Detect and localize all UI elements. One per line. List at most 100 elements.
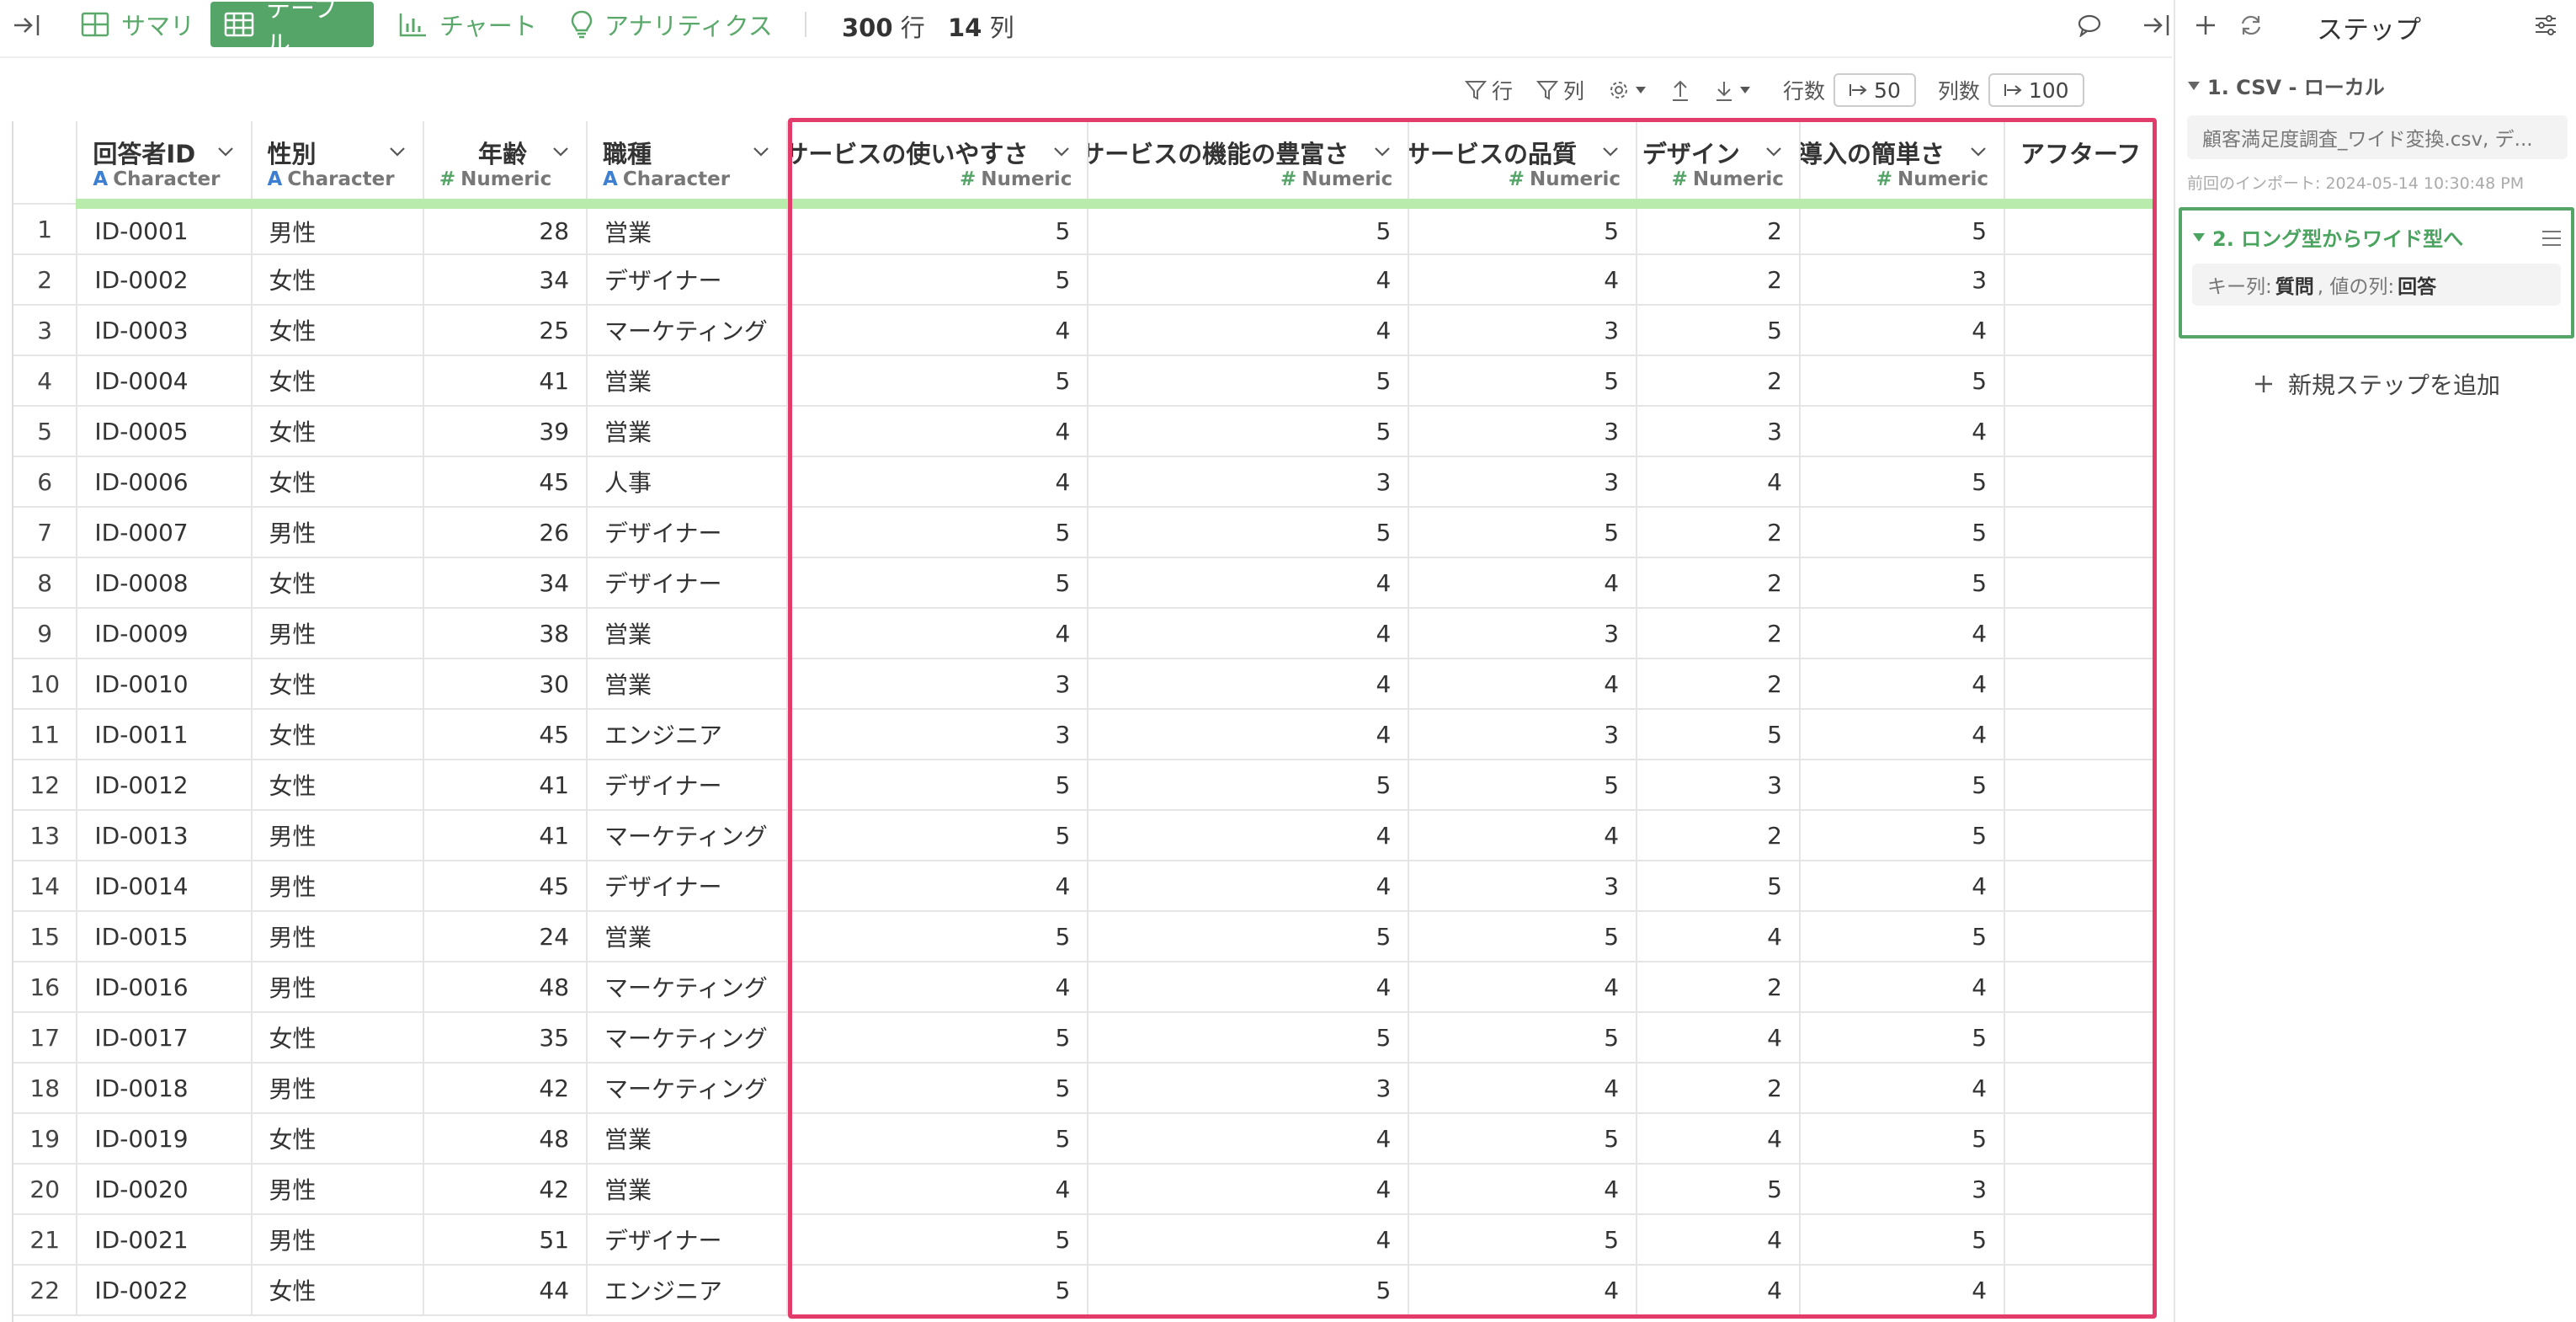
table-cell[interactable]: 2 <box>1637 557 1801 609</box>
column-header-after-support[interactable]: アフターフ <box>2004 121 2155 209</box>
table-cell[interactable]: 2 <box>1637 962 1801 1013</box>
table-cell[interactable]: 営業 <box>587 406 788 457</box>
table-cell[interactable]: 41 <box>423 355 588 407</box>
table-cell[interactable]: 45 <box>423 861 588 912</box>
caret-down-icon[interactable] <box>2187 81 2201 91</box>
table-cell[interactable]: 3 <box>1799 254 2006 306</box>
table-cell[interactable]: マーケティング <box>587 810 788 861</box>
table-cell[interactable]: 3 <box>1408 406 1638 457</box>
table-cell[interactable] <box>2004 810 2155 861</box>
table-cell[interactable]: 4 <box>1799 305 2006 356</box>
table-cell[interactable]: 4 <box>1637 1113 1801 1165</box>
table-cell[interactable]: 4 <box>1088 709 1410 760</box>
table-cell[interactable]: 5 <box>787 1012 1089 1063</box>
table-cell[interactable]: 5 <box>787 557 1089 609</box>
table-cell[interactable]: 4 <box>1088 861 1410 912</box>
table-cell[interactable]: 男性 <box>251 911 424 962</box>
table-cell[interactable]: 女性 <box>251 1113 424 1165</box>
table-cell[interactable]: 5 <box>1088 1012 1410 1063</box>
table-cell[interactable]: 男性 <box>251 204 424 255</box>
table-cell[interactable]: ID-0003 <box>77 305 253 356</box>
table-cell[interactable]: デザイナー <box>587 861 788 912</box>
table-cell[interactable]: 5 <box>1088 911 1410 962</box>
table-cell[interactable]: 5 <box>1799 810 2006 861</box>
chevron-down-icon[interactable] <box>1051 141 1072 162</box>
table-cell[interactable]: ID-0013 <box>77 810 253 861</box>
column-header-respondent-id[interactable]: 回答者ID A Character <box>77 121 253 209</box>
table-cell[interactable]: 4 <box>1637 1214 1801 1266</box>
table-cell[interactable]: 5 <box>1799 1012 2006 1063</box>
table-cell[interactable]: 5 <box>787 507 1089 558</box>
table-cell[interactable]: 5 <box>1799 1113 2006 1165</box>
column-header-usability[interactable]: サービスの使いやすさ # Numeric <box>787 121 1089 209</box>
table-cell[interactable]: 4 <box>1088 557 1410 609</box>
table-cell[interactable]: 38 <box>423 608 588 659</box>
settings-dropdown-button[interactable] <box>1608 79 1647 101</box>
table-cell[interactable]: 5 <box>787 355 1089 407</box>
table-cell[interactable]: マーケティング <box>587 1063 788 1114</box>
table-cell[interactable]: 5 <box>1088 204 1410 255</box>
column-header-feature-richness[interactable]: サービスの機能の豊富さ # Numeric <box>1088 121 1410 209</box>
table-cell[interactable]: 4 <box>1088 608 1410 659</box>
table-cell[interactable]: 営業 <box>587 204 788 255</box>
table-cell[interactable]: 4 <box>1088 305 1410 356</box>
table-cell[interactable]: 3 <box>1637 760 1801 811</box>
column-header-age[interactable]: 年齢 # Numeric <box>423 121 588 209</box>
table-cell[interactable]: 5 <box>1408 911 1638 962</box>
column-header-ease-of-adoption[interactable]: 導入の簡単さ # Numeric <box>1799 121 2006 209</box>
table-cell[interactable] <box>2004 709 2155 760</box>
table-cell[interactable] <box>2004 355 2155 407</box>
table-cell[interactable]: 5 <box>1088 507 1410 558</box>
table-cell[interactable]: 2 <box>1637 810 1801 861</box>
table-cell[interactable] <box>2004 962 2155 1013</box>
tab-table[interactable]: テーブル <box>210 0 374 58</box>
table-cell[interactable]: 5 <box>787 810 1089 861</box>
table-cell[interactable] <box>2004 254 2155 306</box>
table-cell[interactable]: 39 <box>423 406 588 457</box>
table-cell[interactable]: 3 <box>1408 305 1638 356</box>
table-cell[interactable]: ID-0001 <box>77 204 253 255</box>
table-cell[interactable]: 5 <box>787 254 1089 306</box>
table-cell[interactable]: 女性 <box>251 456 424 508</box>
table-cell[interactable]: 5 <box>787 1214 1089 1266</box>
table-cell[interactable]: 3 <box>787 658 1089 710</box>
table-cell[interactable]: 男性 <box>251 608 424 659</box>
table-cell[interactable]: 3 <box>1408 608 1638 659</box>
tab-chart[interactable]: チャート <box>386 2 551 47</box>
column-header-gender[interactable]: 性別 A Character <box>251 121 424 209</box>
table-cell[interactable]: ID-0014 <box>77 861 253 912</box>
table-cell[interactable]: 男性 <box>251 962 424 1013</box>
chevron-down-icon[interactable] <box>551 141 571 162</box>
table-cell[interactable]: 5 <box>1408 1214 1638 1266</box>
table-cell[interactable]: デザイナー <box>587 254 788 306</box>
table-cell[interactable]: 4 <box>1408 1063 1638 1114</box>
table-cell[interactable]: 女性 <box>251 355 424 407</box>
column-filter-button[interactable]: 列 <box>1536 75 1584 105</box>
table-cell[interactable]: 41 <box>423 760 588 811</box>
table-cell[interactable]: 42 <box>423 1063 588 1114</box>
table-cell[interactable]: 45 <box>423 456 588 508</box>
table-cell[interactable]: 5 <box>1088 1265 1410 1316</box>
table-cell[interactable]: 30 <box>423 658 588 710</box>
table-cell[interactable] <box>2004 507 2155 558</box>
table-cell[interactable]: 女性 <box>251 709 424 760</box>
table-cell[interactable]: 4 <box>1088 810 1410 861</box>
table-cell[interactable]: 5 <box>1408 1113 1638 1165</box>
table-cell[interactable]: デザイナー <box>587 507 788 558</box>
table-cell[interactable]: 5 <box>1637 1164 1801 1215</box>
table-cell[interactable]: ID-0018 <box>77 1063 253 1114</box>
caret-down-icon[interactable] <box>2192 232 2206 243</box>
table-cell[interactable]: 5 <box>1088 760 1410 811</box>
table-cell[interactable]: 女性 <box>251 1265 424 1316</box>
table-cell[interactable]: 48 <box>423 1113 588 1165</box>
table-cell[interactable]: 25 <box>423 305 588 356</box>
table-cell[interactable]: デザイナー <box>587 1214 788 1266</box>
table-cell[interactable]: 4 <box>1408 557 1638 609</box>
table-cell[interactable] <box>2004 1012 2155 1063</box>
table-cell[interactable]: 28 <box>423 204 588 255</box>
table-cell[interactable]: ID-0021 <box>77 1214 253 1266</box>
column-header-quality[interactable]: サービスの品質 # Numeric <box>1408 121 1638 209</box>
table-cell[interactable]: 2 <box>1637 507 1801 558</box>
table-cell[interactable]: 5 <box>1799 204 2006 255</box>
table-cell[interactable]: ID-0012 <box>77 760 253 811</box>
